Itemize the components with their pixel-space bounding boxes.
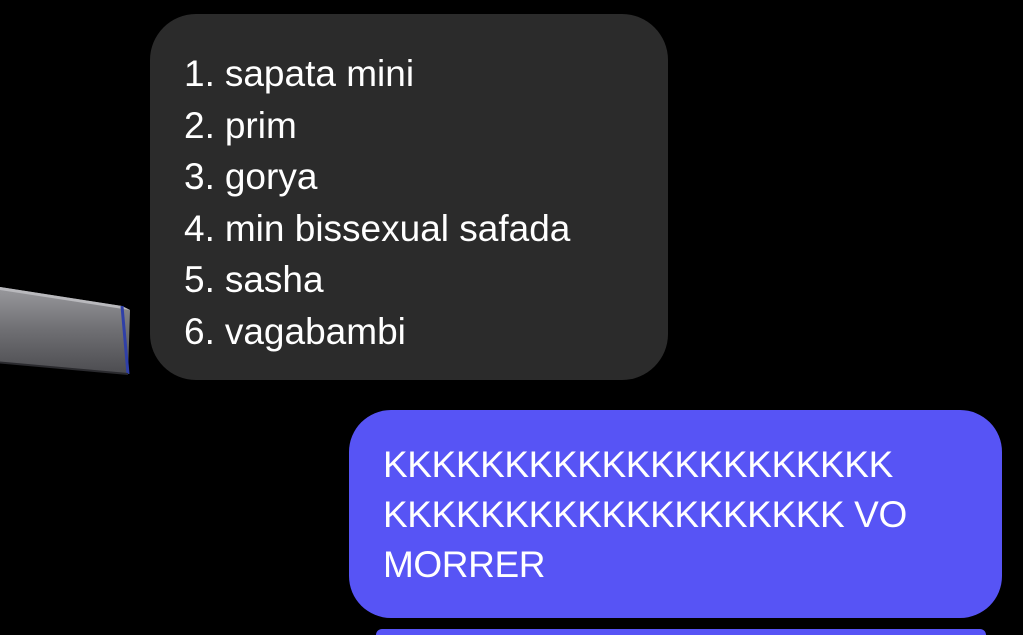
list-item-text: prim [224, 104, 297, 146]
list-item: 4. min bissexual safada [184, 203, 638, 255]
list-item-number: 5. [184, 259, 215, 300]
list-item: 6. vagabambi [184, 306, 638, 358]
list-item-text: vagabambi [224, 310, 406, 352]
list-item-text: sapata mini [224, 53, 415, 94]
list-item: 1. sapata mini [184, 48, 638, 100]
message-line: KKKKKKKKKKKKKKKKKKKKK [383, 444, 893, 485]
list-item-text: sasha [224, 259, 324, 300]
list-item-number: 2. [184, 104, 215, 146]
list-item-text: min bissexual safada [224, 207, 571, 249]
list-item-text: gorya [224, 156, 318, 197]
list-item: 5. sasha [184, 254, 638, 306]
list-item: 2. prim [184, 100, 638, 152]
list-item-number: 1. [184, 53, 215, 94]
list-item-number: 6. [184, 310, 215, 352]
outgoing-message-bubble[interactable]: KKKKKKKKKKKKKKKKKKKKK KKKKKKKKKKKKKKKKKK… [349, 410, 1002, 618]
incoming-message-bubble[interactable]: 1. sapata mini 2. prim 3. gorya 4. min b… [150, 14, 668, 380]
list-item: 3. gorya [184, 151, 638, 203]
list-item-number: 4. [184, 207, 215, 249]
chat-thread: 1. sapata mini 2. prim 3. gorya 4. min b… [0, 0, 1023, 635]
sticker-image[interactable] [0, 282, 132, 378]
message-line: MORRER [383, 544, 546, 585]
list-item-number: 3. [184, 156, 215, 197]
next-message-bubble-edge[interactable] [376, 629, 986, 635]
message-line: KKKKKKKKKKKKKKKKKKK VO [383, 494, 907, 535]
